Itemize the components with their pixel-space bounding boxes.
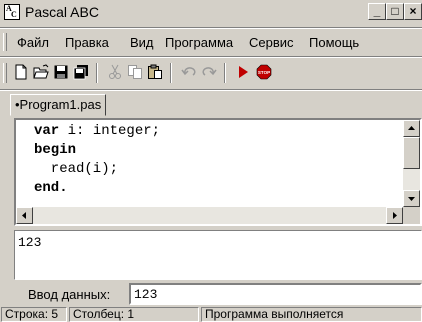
menu-file[interactable]: Файл <box>17 35 49 50</box>
menu-program[interactable]: Программа <box>165 35 233 50</box>
input-data-field[interactable]: 123 <box>129 283 422 305</box>
save-all-icon[interactable] <box>73 64 89 80</box>
scroll-down-button[interactable] <box>403 190 420 207</box>
menu-service[interactable]: Сервис <box>249 35 294 50</box>
scroll-up-button[interactable] <box>403 120 420 137</box>
run-icon[interactable] <box>235 64 251 80</box>
code-text: read(i); <box>34 161 119 177</box>
status-line: Строка: 5 <box>1 307 67 322</box>
app-icon: AC <box>4 4 20 20</box>
new-file-icon[interactable] <box>13 64 29 80</box>
window-title: Pascal ABC <box>25 4 99 20</box>
input-label: Ввод данных: <box>28 287 111 302</box>
svg-text:STOP: STOP <box>258 70 270 75</box>
menu-edit[interactable]: Правка <box>65 35 109 50</box>
code-keyword: end. <box>34 180 68 196</box>
arrow-up-icon <box>408 126 415 130</box>
toolbar-grip[interactable] <box>3 63 7 83</box>
code-line: read(i); <box>34 161 118 177</box>
arrow-down-icon <box>408 197 415 201</box>
tab-program1[interactable]: •Program1.pas <box>10 94 107 116</box>
menu-bar: Файл Правка Вид Программа Сервис Помощь <box>0 30 422 54</box>
output-text: 123 <box>18 235 42 250</box>
toolbar-separator <box>96 63 98 83</box>
minimize-button[interactable]: _ <box>368 3 386 20</box>
status-column: Столбец: 1 <box>69 307 199 322</box>
stop-icon[interactable]: STOP <box>256 64 272 80</box>
cut-icon[interactable] <box>107 64 123 80</box>
save-icon[interactable] <box>53 64 69 80</box>
menu-view[interactable]: Вид <box>130 35 154 50</box>
paste-icon[interactable] <box>147 64 163 80</box>
tab-strip: •Program1.pas <box>0 92 422 118</box>
maximize-button[interactable]: □ <box>386 3 404 20</box>
code-keyword: begin <box>34 142 77 158</box>
output-panel[interactable]: 123 <box>14 230 422 280</box>
copy-icon[interactable] <box>127 64 143 80</box>
horizontal-scrollbar[interactable] <box>16 207 403 224</box>
arrow-left-icon <box>22 212 26 219</box>
redo-icon[interactable] <box>201 64 217 80</box>
code-line: var i: integer; <box>34 123 160 139</box>
code-line: end. <box>34 180 68 196</box>
title-divider <box>0 27 422 29</box>
arrow-right-icon <box>393 212 397 219</box>
code-line: begin <box>34 142 76 158</box>
code-keyword: var <box>34 123 60 139</box>
open-folder-icon[interactable] <box>33 64 49 80</box>
scroll-left-button[interactable] <box>16 207 33 224</box>
close-button[interactable]: × <box>404 3 422 20</box>
menu-grip[interactable] <box>3 33 7 51</box>
code-area[interactable]: var i: integer; begin read(i); end. <box>16 120 403 207</box>
status-state: Программа выполняется <box>201 307 422 322</box>
input-row: Ввод данных: 123 <box>0 282 422 306</box>
menu-help[interactable]: Помощь <box>309 35 359 50</box>
toolbar-separator <box>170 63 172 83</box>
code-editor[interactable]: var i: integer; begin read(i); end. <box>14 118 422 226</box>
toolbar: STOP <box>0 58 422 88</box>
pascal-abc-window: AC Pascal ABC _ □ × Файл Правка Вид Прог… <box>0 0 422 322</box>
toolbar-separator <box>224 63 226 83</box>
status-bar: Строка: 5 Столбец: 1 Программа выполняет… <box>0 306 422 322</box>
toolbar-divider <box>0 89 422 91</box>
code-text: i: integer; <box>59 123 161 139</box>
undo-icon[interactable] <box>181 64 197 80</box>
scroll-right-button[interactable] <box>386 207 403 224</box>
vertical-scrollbar[interactable] <box>403 120 420 207</box>
scroll-corner <box>403 207 420 224</box>
vertical-scroll-thumb[interactable] <box>403 137 420 169</box>
title-bar[interactable]: AC Pascal ABC _ □ × <box>0 0 422 26</box>
